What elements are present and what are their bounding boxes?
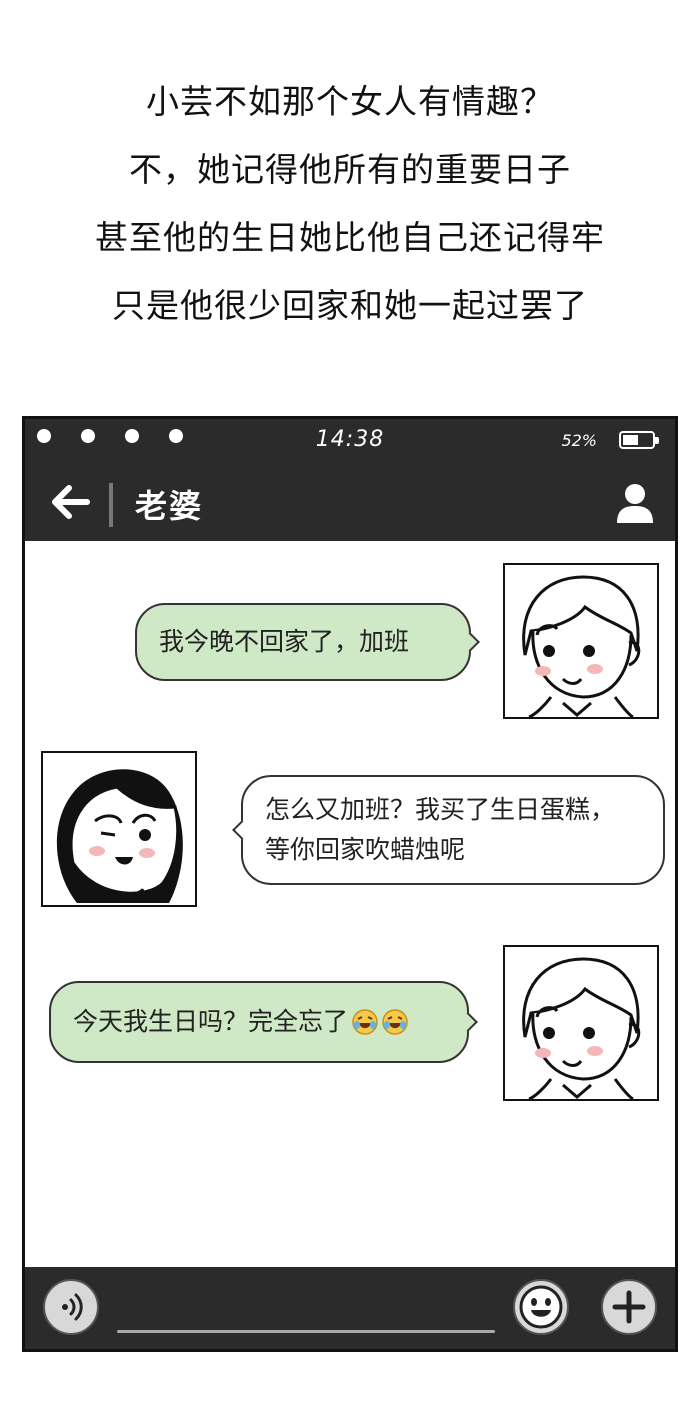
message-text-line-2: 等你回家吹蜡烛呢 bbox=[265, 835, 466, 864]
laughing-crying-emoji-icon bbox=[382, 1009, 408, 1035]
contact-name: 老婆 bbox=[135, 487, 204, 525]
message-text: 今天我生日吗？完全忘了 bbox=[73, 1007, 349, 1036]
voice-button[interactable] bbox=[43, 1279, 99, 1335]
laughing-crying-emoji-icon bbox=[352, 1009, 378, 1035]
voice-icon bbox=[62, 1293, 83, 1321]
message-text: 我今晚不回家了，加班 bbox=[159, 627, 410, 656]
caption-text: 小芸不如那个女人有情趣？ 不，她记得他所有的重要日子 甚至他的生日她比他自己还记… bbox=[0, 68, 700, 340]
profile-button[interactable] bbox=[613, 481, 657, 525]
back-button[interactable] bbox=[47, 481, 93, 523]
smiley-icon bbox=[519, 1285, 563, 1329]
caption-line-1: 小芸不如那个女人有情趣？ bbox=[146, 82, 554, 121]
caption-line-2: 不，她记得他所有的重要日子 bbox=[129, 150, 571, 189]
header-divider bbox=[109, 483, 113, 527]
chat-header: 老婆 bbox=[25, 463, 675, 541]
arrow-left-icon bbox=[52, 485, 90, 519]
add-button[interactable] bbox=[601, 1279, 657, 1335]
user-icon bbox=[617, 484, 653, 523]
battery-fill bbox=[623, 435, 638, 445]
message-bubble-outgoing[interactable]: 我今晚不回家了，加班 bbox=[135, 603, 471, 681]
status-bar: 14:38 52% bbox=[25, 419, 675, 463]
plus-icon bbox=[612, 1290, 646, 1324]
message-bubble-outgoing[interactable]: 今天我生日吗？完全忘了 bbox=[49, 981, 469, 1063]
emoji-button[interactable] bbox=[513, 1279, 569, 1335]
message-bubble-incoming[interactable]: 怎么又加班？我买了生日蛋糕， 等你回家吹蜡烛呢 bbox=[241, 775, 665, 885]
battery-percent: 52% bbox=[561, 431, 597, 450]
message-input[interactable] bbox=[117, 1330, 495, 1333]
phone-screen: 14:38 52% 老婆 我今晚不回家了，加班 怎么又加班？我买了生日蛋糕， 等… bbox=[22, 416, 678, 1352]
husband-avatar bbox=[503, 563, 659, 719]
chat-area: 我今晚不回家了，加班 怎么又加班？我买了生日蛋糕， 等你回家吹蜡烛呢 今天我生日… bbox=[25, 541, 675, 1273]
husband-avatar bbox=[503, 945, 659, 1101]
input-bar bbox=[25, 1267, 675, 1349]
caption-line-3: 甚至他的生日她比他自己还记得牢 bbox=[95, 218, 605, 257]
wife-avatar bbox=[41, 751, 197, 907]
message-text-line-1: 怎么又加班？我买了生日蛋糕， bbox=[265, 795, 616, 824]
battery-icon bbox=[619, 431, 659, 449]
caption-line-4: 只是他很少回家和她一起过罢了 bbox=[112, 286, 588, 325]
